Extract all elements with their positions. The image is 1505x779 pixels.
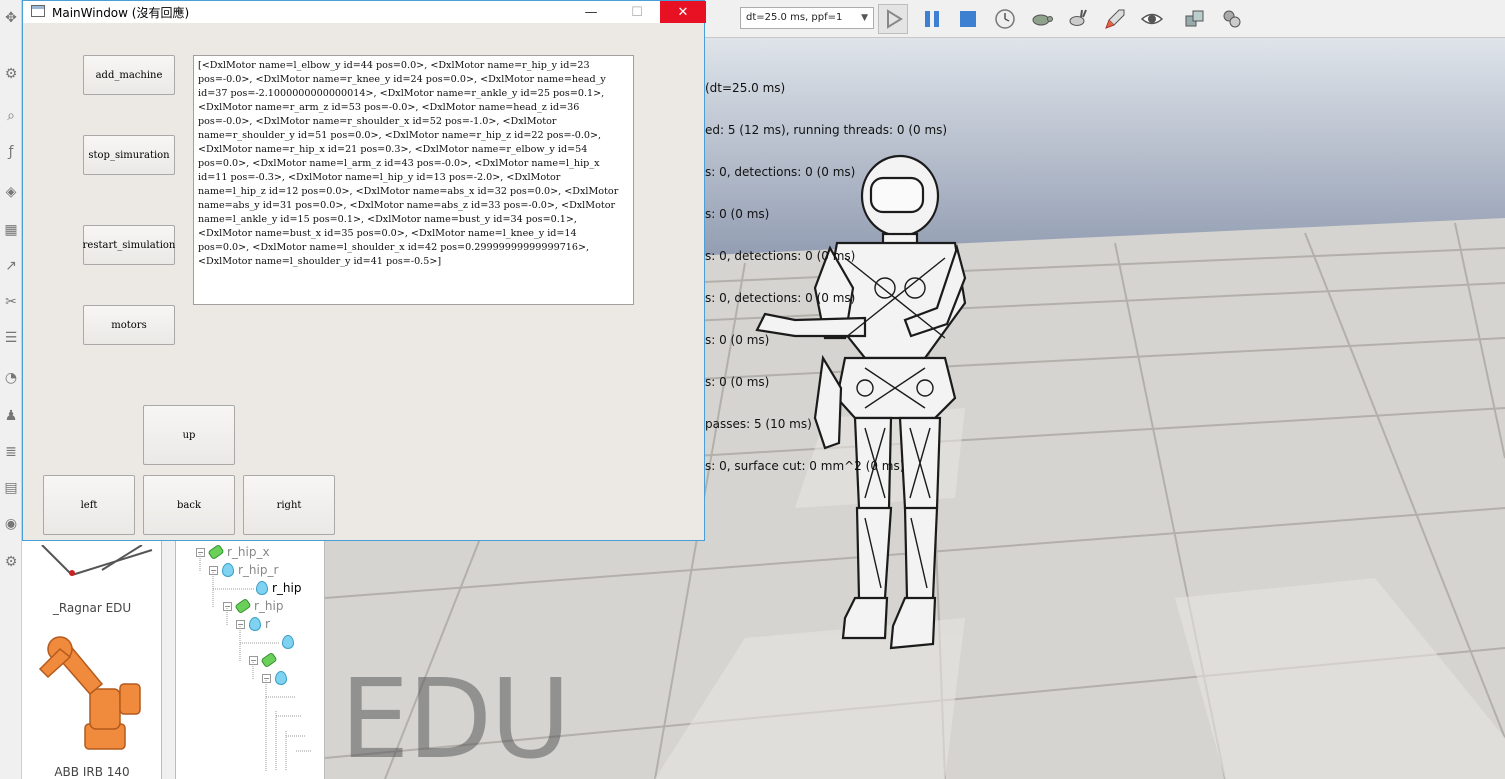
dynamics-icon[interactable]: ◈ [1, 182, 21, 202]
threaded-rendering-button[interactable] [1100, 4, 1130, 34]
timestep-select-value: dt=25.0 ms, ppf=1 [746, 12, 843, 23]
faster-button[interactable] [1063, 4, 1093, 34]
realtime-button[interactable] [990, 4, 1020, 34]
search-icon[interactable]: ⌕ [1, 106, 21, 126]
play-button[interactable] [878, 4, 908, 34]
status-line: s: 0 (0 ms) [705, 333, 770, 347]
add-machine-button[interactable]: add_machine [83, 55, 175, 95]
model-label-abb[interactable]: ABB IRB 140 [22, 765, 162, 779]
back-button[interactable]: back [143, 475, 235, 535]
path-icon[interactable]: ↗ [1, 256, 21, 276]
minimize-button[interactable]: — [568, 1, 614, 23]
left-button[interactable]: left [43, 475, 135, 535]
status-line: s: 0, detections: 0 (0 ms) [705, 291, 856, 305]
status-line: s: 0, detections: 0 (0 ms) [705, 165, 856, 179]
settings-icon[interactable]: ⚙ [1, 552, 21, 572]
function-icon[interactable]: ƒ [1, 142, 21, 162]
stop-icon [960, 11, 976, 27]
window-titlebar[interactable]: MainWindow (沒有回應) — ☐ ✕ [23, 1, 706, 23]
status-line: (dt=25.0 ms) [705, 81, 786, 95]
right-button[interactable]: right [243, 475, 335, 535]
abb-irb140-thumbnail[interactable] [30, 629, 155, 754]
status-line: s: 0, detections: 0 (0 ms) [705, 249, 856, 263]
edu-watermark: EDU [340, 655, 571, 779]
film-icon[interactable]: ◉ [1, 514, 21, 534]
status-line: s: 0, surface cut: 0 mm^2 (0 ms) [705, 459, 905, 473]
move-icon[interactable]: ✥ [1, 8, 21, 28]
cubes-icon [1185, 10, 1204, 27]
main-window: MainWindow (沒有回應) — ☐ ✕ add_machine stop… [22, 0, 706, 541]
ik-icon[interactable]: ✂ [1, 292, 21, 312]
sensor-icon[interactable]: ◔ [1, 368, 21, 388]
layers-icon[interactable]: ▤ [1, 478, 21, 498]
gear-icon[interactable]: ⚙ [1, 64, 21, 84]
robot-icon[interactable]: ♟ [1, 406, 21, 426]
pause-icon [925, 11, 939, 27]
stop-button[interactable] [953, 4, 983, 34]
window-icon [31, 5, 45, 17]
timestep-select[interactable]: dt=25.0 ms, ppf=1 ▼ [740, 7, 874, 29]
status-line: ed: 5 (12 ms), running threads: 0 (0 ms) [705, 123, 948, 137]
motors-button[interactable]: motors [83, 305, 175, 345]
window-title: MainWindow (沒有回應) [52, 6, 190, 20]
status-line: s: 0 (0 ms) [705, 207, 770, 221]
model-label-ragnar[interactable]: _Ragnar EDU [22, 601, 162, 615]
close-button[interactable]: ✕ [660, 1, 706, 23]
rocket-icon [1105, 9, 1125, 29]
restart-simulation-button[interactable]: restart_simulation [83, 225, 175, 265]
slower-button[interactable] [1027, 4, 1057, 34]
tree-lines [199, 554, 311, 771]
left-tool-strip: ✥ ⚙ ⌕ ƒ ◈ ▦ ↗ ✂ ☰ ◔ ♟ ≣ ▤ ◉ ⚙ [0, 0, 22, 779]
scene-hierarchy-panel: − r_hip_x − r_hip_r r_hip − r_hip − r − … [175, 541, 325, 779]
play-icon [887, 9, 903, 29]
eye-icon [1140, 13, 1164, 25]
chevron-down-icon: ▼ [861, 13, 868, 23]
fast-rabbit-icon [1069, 9, 1087, 26]
ragnar-robot-thumbnail[interactable] [32, 545, 162, 585]
page-selector-button[interactable] [1180, 4, 1210, 34]
pause-button[interactable] [917, 4, 947, 34]
up-button[interactable]: up [143, 405, 235, 465]
simulation-toolbar: dt=25.0 ms, ppf=1 ▼ [705, 0, 1505, 38]
visualization-button[interactable] [1137, 4, 1167, 34]
simulation-status-overlay: (dt=25.0 ms) ed: 5 (12 ms), running thre… [705, 53, 947, 487]
list-icon[interactable]: ☰ [1, 328, 21, 348]
hierarchy-icon[interactable]: ≣ [1, 442, 21, 462]
panel-splitter[interactable] [162, 541, 175, 779]
slow-turtle-icon [1032, 14, 1053, 26]
model-browser-panel: _Ragnar EDU ABB IRB 140 [22, 541, 162, 779]
realtime-icon [995, 9, 1015, 29]
multi-robot-icon [1223, 10, 1241, 28]
calculator-icon[interactable]: ▦ [1, 220, 21, 240]
stop-simulation-button[interactable]: stop_simuration [83, 135, 175, 175]
motors-output-text[interactable]: [<DxlMotor name=l_elbow_y id=44 pos=0.0>… [193, 55, 634, 305]
maximize-button[interactable]: ☐ [614, 1, 660, 23]
status-line: s: 0 (0 ms) [705, 375, 770, 389]
status-line: passes: 5 (10 ms) [705, 417, 812, 431]
scene-selector-button[interactable] [1217, 4, 1247, 34]
